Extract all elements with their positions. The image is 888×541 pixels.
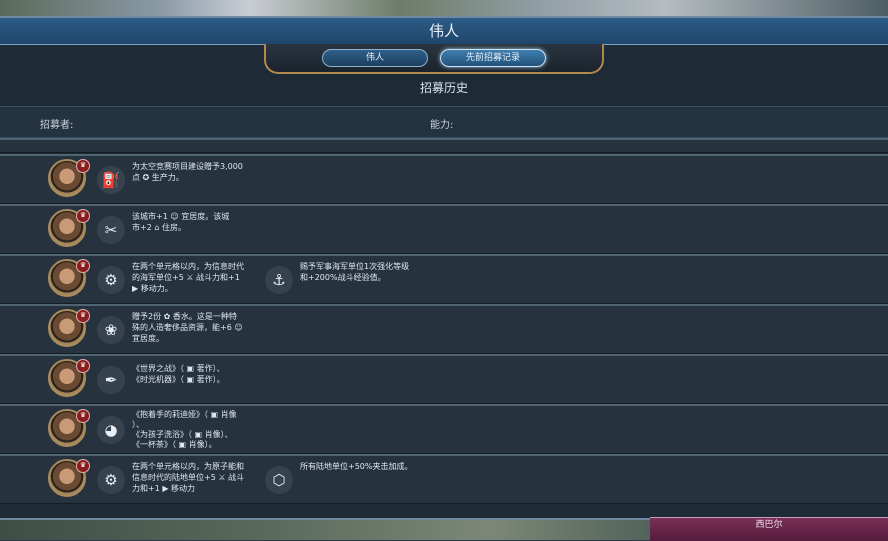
city-banner[interactable]: 西巴尔 [650, 517, 888, 541]
anchor-icon: ⚓ [265, 266, 293, 294]
crate-icon: ⬡ [265, 466, 293, 494]
list-item: ♛ ❀ 赠予2份 ✿ 香水。这是一种特 殊的人造奢侈品资源，能+6 ☺ 宜居度。 [0, 304, 888, 354]
list-item: ♛ ⚙ 在两个单元格以内，为原子能和 信息时代的陆地单位+5 ⚔ 战斗 力和+1… [0, 454, 888, 504]
leader-crown-icon: ♛ [76, 409, 90, 423]
list-item: ♛ ⚙ 在两个单元格以内，为信息时代 的海军单位+5 ⚔ 战斗力和+1 ▶ 移动… [0, 254, 888, 304]
column-header: 招募者: 能力: [0, 106, 888, 138]
leader-crown-icon: ♛ [76, 159, 90, 173]
list-item: ♛ ✂ 该城市+1 ☺ 宜居度。该城 市+2 ⌂ 住房。 [0, 204, 888, 254]
tools-icon: ✂ [97, 216, 125, 244]
tab-previous-recruited[interactable]: 先前招募记录 [440, 49, 546, 67]
ability-text: 为太空竞赛项目建设赠予3,000 点 ✪ 生产力。 [132, 162, 243, 182]
list-item: ♛ ◕ 《抱着手的莉迪娅》（ ▣ 肖像 ）、 《为孩子洗浴》（ ▣ 肖像）、 《… [0, 404, 888, 454]
ability-text: 在两个单元格以内，为信息时代 的海军单位+5 ⚔ 战斗力和+1 ▶ 移动力。 [132, 262, 244, 293]
ability-text: 《世界之战》（ ▣ 著作）、 《时光机器》（ ▣ 著作）。 [132, 364, 225, 384]
leader-crown-icon: ♛ [76, 459, 90, 473]
column-ability: 能力: [430, 120, 454, 131]
palette-icon: ◕ [97, 416, 125, 444]
ability-text: 该城市+1 ☺ 宜居度。该城 市+2 ⌂ 住房。 [132, 212, 230, 232]
spaceport-icon: ⛽ [97, 166, 125, 194]
list-item: ♛ ⛽ 为太空竞赛项目建设赠予3,000 点 ✪ 生产力。 [0, 154, 888, 204]
ability-text: 赐予军事海军单位1次强化等级 和+200%战斗经验值。 [300, 262, 410, 282]
perfume-icon: ❀ [97, 316, 125, 344]
list-item-partial [0, 138, 888, 153]
section-title: 招募历史 [419, 81, 468, 95]
tab-tray: 伟人 先前招募记录 [264, 44, 604, 74]
leader-crown-icon: ♛ [76, 359, 90, 373]
leader-crown-icon: ♛ [76, 309, 90, 323]
leader-crown-icon: ♛ [76, 209, 90, 223]
ability-text: 所有陆地单位+50%夹击加成。 [300, 462, 413, 471]
ability-text: 赠予2份 ✿ 香水。这是一种特 殊的人造奢侈品资源，能+6 ☺ 宜居度。 [132, 312, 243, 343]
tab-great-people[interactable]: 伟人 [322, 49, 428, 67]
cog-icon: ⚙ [97, 466, 125, 494]
list-item: ♛ ✒ 《世界之战》（ ▣ 著作）、 《时光机器》（ ▣ 著作）。 [0, 354, 888, 404]
window-title: 伟人 [0, 18, 888, 45]
quill-icon: ✒ [97, 366, 125, 394]
leader-crown-icon: ♛ [76, 259, 90, 273]
cog-icon: ⚙ [97, 266, 125, 294]
ability-text: 在两个单元格以内，为原子能和 信息时代的陆地单位+5 ⚔ 战斗 力和+1 ▶ 移… [132, 462, 245, 493]
column-recruiter: 招募者: [40, 120, 74, 131]
recruit-history-list[interactable]: ♛ ⛽ 为太空竞赛项目建设赠予3,000 点 ✪ 生产力。 ♛ ✂ 该城市+1 … [0, 138, 888, 516]
ability-text: 《抱着手的莉迪娅》（ ▣ 肖像 ）、 《为孩子洗浴》（ ▣ 肖像）、 《一杯茶》… [132, 410, 237, 449]
great-people-panel: 伟人 伟人 先前招募记录 招募历史 招募者: 能力: ♛ ⛽ 为太空竞赛项目建设… [0, 16, 888, 520]
